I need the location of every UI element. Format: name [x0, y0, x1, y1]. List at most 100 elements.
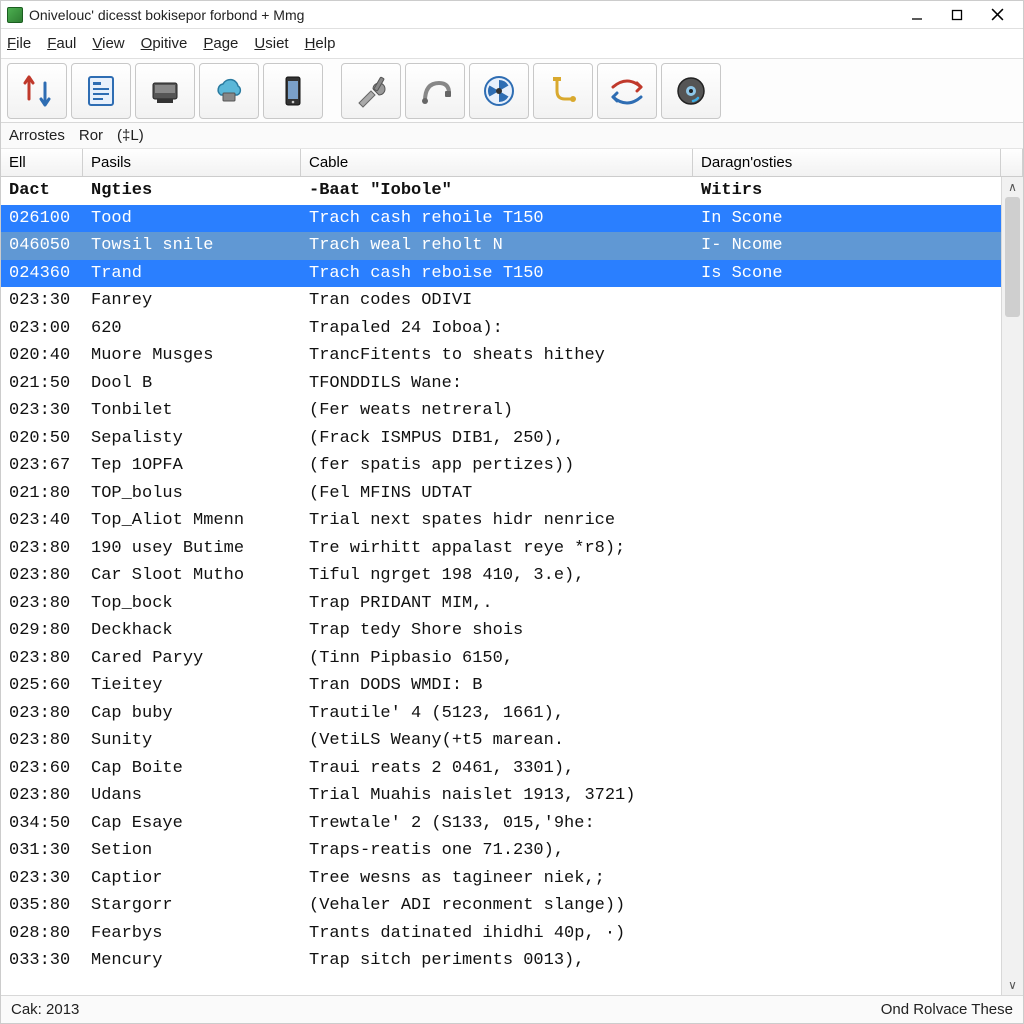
menu-help[interactable]: Help: [305, 35, 336, 52]
subbar-label-c[interactable]: (‡L): [117, 127, 144, 144]
table-row[interactable]: 031:30SetionTraps-reatis one 71.230),: [1, 837, 1001, 865]
menu-page[interactable]: Page: [203, 35, 238, 52]
cell-b: Tood: [83, 209, 301, 228]
table-row[interactable]: 023:30CaptiorTree wesns as tagineer niek…: [1, 865, 1001, 893]
vertical-scrollbar[interactable]: ∧ ∨: [1001, 177, 1023, 995]
rows-container: DactNgties-Baat "Iobole"Witirs 026100Tood…: [1, 177, 1001, 995]
table-row[interactable]: 021:80TOP_bolus(Fel MFINS UDTAT: [1, 480, 1001, 508]
table-row[interactable]: 023:80190 usey ButimeTre wirhitt appalas…: [1, 535, 1001, 563]
tool-clamp-icon[interactable]: [533, 63, 593, 119]
cell-b: Tieitey: [83, 676, 301, 695]
tool-sync-icon[interactable]: [7, 63, 67, 119]
cell-c: (Frack ISMPUS DIB1, 250),: [301, 429, 693, 448]
cell-c: (Fel MFINS UDTAT: [301, 484, 693, 503]
cell-b: Ngties: [83, 181, 301, 200]
table-row[interactable]: 023:00620Trapaled 24 Ioboa):: [1, 315, 1001, 343]
cell-c: Tran codes ODIVI: [301, 291, 693, 310]
table-row[interactable]: 034:50Cap EsayeTrewtale' 2 (S133, 015,'9…: [1, 810, 1001, 838]
cell-b: Udans: [83, 786, 301, 805]
cell-c: Trap tedy Shore shois: [301, 621, 693, 640]
cell-a: 023:80: [1, 649, 83, 668]
tool-report-icon[interactable]: [71, 63, 131, 119]
table-row[interactable]: 023:80Sunity(VetiLS Weany(+t5 marean.: [1, 727, 1001, 755]
table-row[interactable]: 026100ToodTrach cash rehoile T150In Scon…: [1, 205, 1001, 233]
header-col-b[interactable]: Pasils: [83, 149, 301, 176]
cell-c: TrancFitents to sheats hithey: [301, 346, 693, 365]
table-row[interactable]: 035:80Stargorr(Vehaler ADI reconment sla…: [1, 892, 1001, 920]
cell-d: Witirs: [693, 181, 1001, 200]
tool-tools-icon[interactable]: [341, 63, 401, 119]
minimize-button[interactable]: [897, 2, 937, 28]
scroll-thumb[interactable]: [1005, 197, 1020, 317]
cell-b: Muore Musges: [83, 346, 301, 365]
cell-b: Captior: [83, 869, 301, 888]
table-row[interactable]: 029:80DeckhackTrap tedy Shore shois: [1, 617, 1001, 645]
cell-a: 024360: [1, 264, 83, 283]
cell-c: Tran DODS WMDI: B: [301, 676, 693, 695]
scroll-down-icon[interactable]: ∨: [1002, 975, 1023, 995]
table-row[interactable]: 020:50Sepalisty(Frack ISMPUS DIB1, 250),: [1, 425, 1001, 453]
app-icon: [7, 7, 23, 23]
table-row[interactable]: 028:80FearbysTrants datinated ihidhi 40p…: [1, 920, 1001, 948]
table-row[interactable]: 023:80Car Sloot MuthoTiful ngrget 198 41…: [1, 562, 1001, 590]
cell-b: Fanrey: [83, 291, 301, 310]
table-row[interactable]: 046050Towsil snileTrach weal reholt NI- …: [1, 232, 1001, 260]
table-row[interactable]: 025:60TieiteyTran DODS WMDI: B: [1, 672, 1001, 700]
menu-usiet[interactable]: Usiet: [254, 35, 288, 52]
sub-toolbar: Arrostes Ror (‡L): [1, 123, 1023, 149]
cell-d: Is Scone: [693, 264, 1001, 283]
menu-view[interactable]: View: [92, 35, 124, 52]
subbar-label-b[interactable]: Ror: [79, 127, 103, 144]
table-row[interactable]: 024360TrandTrach cash reboise T150Is Sco…: [1, 260, 1001, 288]
table-row[interactable]: 023:80Cared Paryy(Tinn Pipbasio 6150,: [1, 645, 1001, 673]
toolbar: [1, 59, 1023, 123]
cell-a: 021:50: [1, 374, 83, 393]
cell-c: Trial next spates hidr nenrice: [301, 511, 693, 530]
cell-b: Fearbys: [83, 924, 301, 943]
tool-phone-icon[interactable]: [263, 63, 323, 119]
table-body: DactNgties-Baat "Iobole"Witirs 026100Tood…: [1, 177, 1023, 995]
table-row[interactable]: 023:80UdansTrial Muahis naislet 1913, 37…: [1, 782, 1001, 810]
subbar-label-a[interactable]: Arrostes: [9, 127, 65, 144]
table-row[interactable]: 021:50Dool BTFONDDILS Wane:: [1, 370, 1001, 398]
tool-disc-icon[interactable]: [661, 63, 721, 119]
header-col-c[interactable]: Cable: [301, 149, 693, 176]
header-col-a[interactable]: Ell: [1, 149, 83, 176]
table-row[interactable]: 023:30Tonbilet(Fer weats netreral): [1, 397, 1001, 425]
table-row[interactable]: 033:30MencuryTrap sitch periments 0013),: [1, 947, 1001, 975]
cell-a: 023:80: [1, 731, 83, 750]
tool-hose-icon[interactable]: [405, 63, 465, 119]
header-col-d[interactable]: Daragn'osties: [693, 149, 1001, 176]
cell-b: Dool B: [83, 374, 301, 393]
table-row[interactable]: 023:67Tep 1OPFA(fer spatis app pertizes)…: [1, 452, 1001, 480]
scroll-up-icon[interactable]: ∧: [1002, 177, 1023, 197]
maximize-button[interactable]: [937, 2, 977, 28]
cell-a: 023:30: [1, 401, 83, 420]
menu-opitive[interactable]: Opitive: [141, 35, 188, 52]
tool-cloud-icon[interactable]: [199, 63, 259, 119]
cell-a: 023:80: [1, 566, 83, 585]
cell-b: TOP_bolus: [83, 484, 301, 503]
cell-c: -Baat "Iobole": [301, 181, 693, 200]
table-row[interactable]: 020:40Muore MusgesTrancFitents to sheats…: [1, 342, 1001, 370]
table-row[interactable]: 023:80Cap bubyTrautile' 4 (5123, 1661),: [1, 700, 1001, 728]
cell-a: Dact: [1, 181, 83, 200]
tool-device-icon[interactable]: [135, 63, 195, 119]
cell-a: 023:30: [1, 869, 83, 888]
tool-swap-icon[interactable]: [597, 63, 657, 119]
close-button[interactable]: [977, 2, 1017, 28]
table-row[interactable]: 023:80Top_bockTrap PRIDANT MIM,.: [1, 590, 1001, 618]
cell-b: Cap Esaye: [83, 814, 301, 833]
cell-a: 023:40: [1, 511, 83, 530]
table-row[interactable]: 023:40Top_Aliot MmennTrial next spates h…: [1, 507, 1001, 535]
cell-c: TFONDDILS Wane:: [301, 374, 693, 393]
menu-faul[interactable]: Faul: [47, 35, 76, 52]
table-row[interactable]: 023:60Cap BoiteTraui reats 2 0461, 3301)…: [1, 755, 1001, 783]
table-row[interactable]: 023:30FanreyTran codes ODIVI: [1, 287, 1001, 315]
cell-b: Cared Paryy: [83, 649, 301, 668]
cell-c: Traps-reatis one 71.230),: [301, 841, 693, 860]
menu-file[interactable]: File: [7, 35, 31, 52]
tool-fan-icon[interactable]: [469, 63, 529, 119]
cell-b: Sunity: [83, 731, 301, 750]
scroll-track[interactable]: [1002, 197, 1023, 975]
